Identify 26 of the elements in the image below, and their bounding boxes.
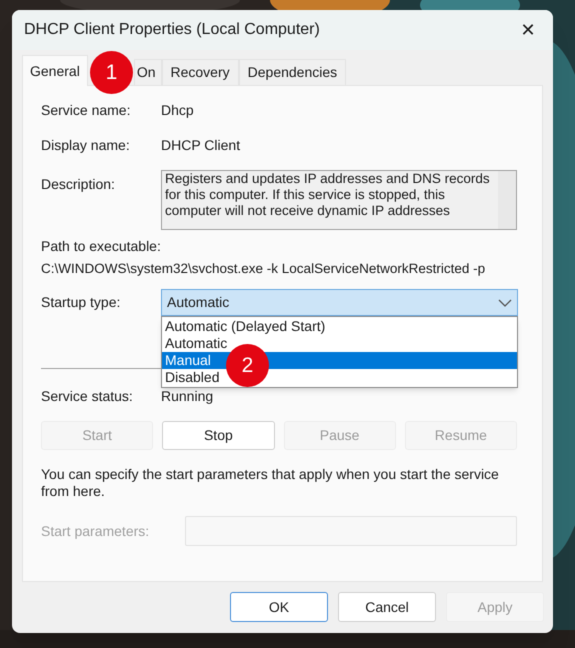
field-label: Start parameters:	[41, 522, 150, 541]
chevron-down-icon	[498, 298, 512, 307]
dropdown-value: Automatic	[167, 293, 230, 312]
tab[interactable]: Dependencies	[238, 59, 346, 85]
tab[interactable]: On	[134, 59, 162, 85]
field-label: Description:	[41, 175, 116, 194]
field-value: DHCP Client	[161, 136, 240, 155]
tab[interactable]: Recovery	[162, 59, 239, 85]
description-text: Registers and updates IP addresses and DNS records for this computer. If this service is stopped, this computer will not receive dynamic IP addresses	[164, 171, 491, 220]
dropdown-option[interactable]: Automatic (Delayed Start)	[162, 318, 517, 336]
field-label: Service status:	[41, 387, 134, 406]
path-text: C:\WINDOWS\system32\svchost.exe -k LocalServiceNetworkRestricted -p	[41, 260, 486, 278]
field-label: Startup type:	[41, 293, 122, 312]
field-label: Path to executable:	[41, 237, 161, 256]
field-value: Dhcp	[161, 101, 194, 120]
hint-text: You can specify the start parameters that apply when you start the service from here.	[41, 466, 500, 500]
status-value: Running	[161, 387, 214, 406]
startup-type-dropdown[interactable]: Automatic	[161, 289, 518, 316]
tab[interactable]: General	[22, 55, 88, 86]
service-button[interactable]: Stop	[162, 421, 274, 450]
field-label: Display name:	[41, 136, 131, 155]
dialog-button[interactable]: Cancel	[338, 592, 436, 622]
window-title: DHCP Client Properties (Local Computer)	[24, 20, 320, 40]
close-button[interactable]: ✕	[513, 15, 543, 45]
dialog-button[interactable]: OK	[230, 592, 328, 622]
field-label: Service name:	[41, 101, 132, 120]
